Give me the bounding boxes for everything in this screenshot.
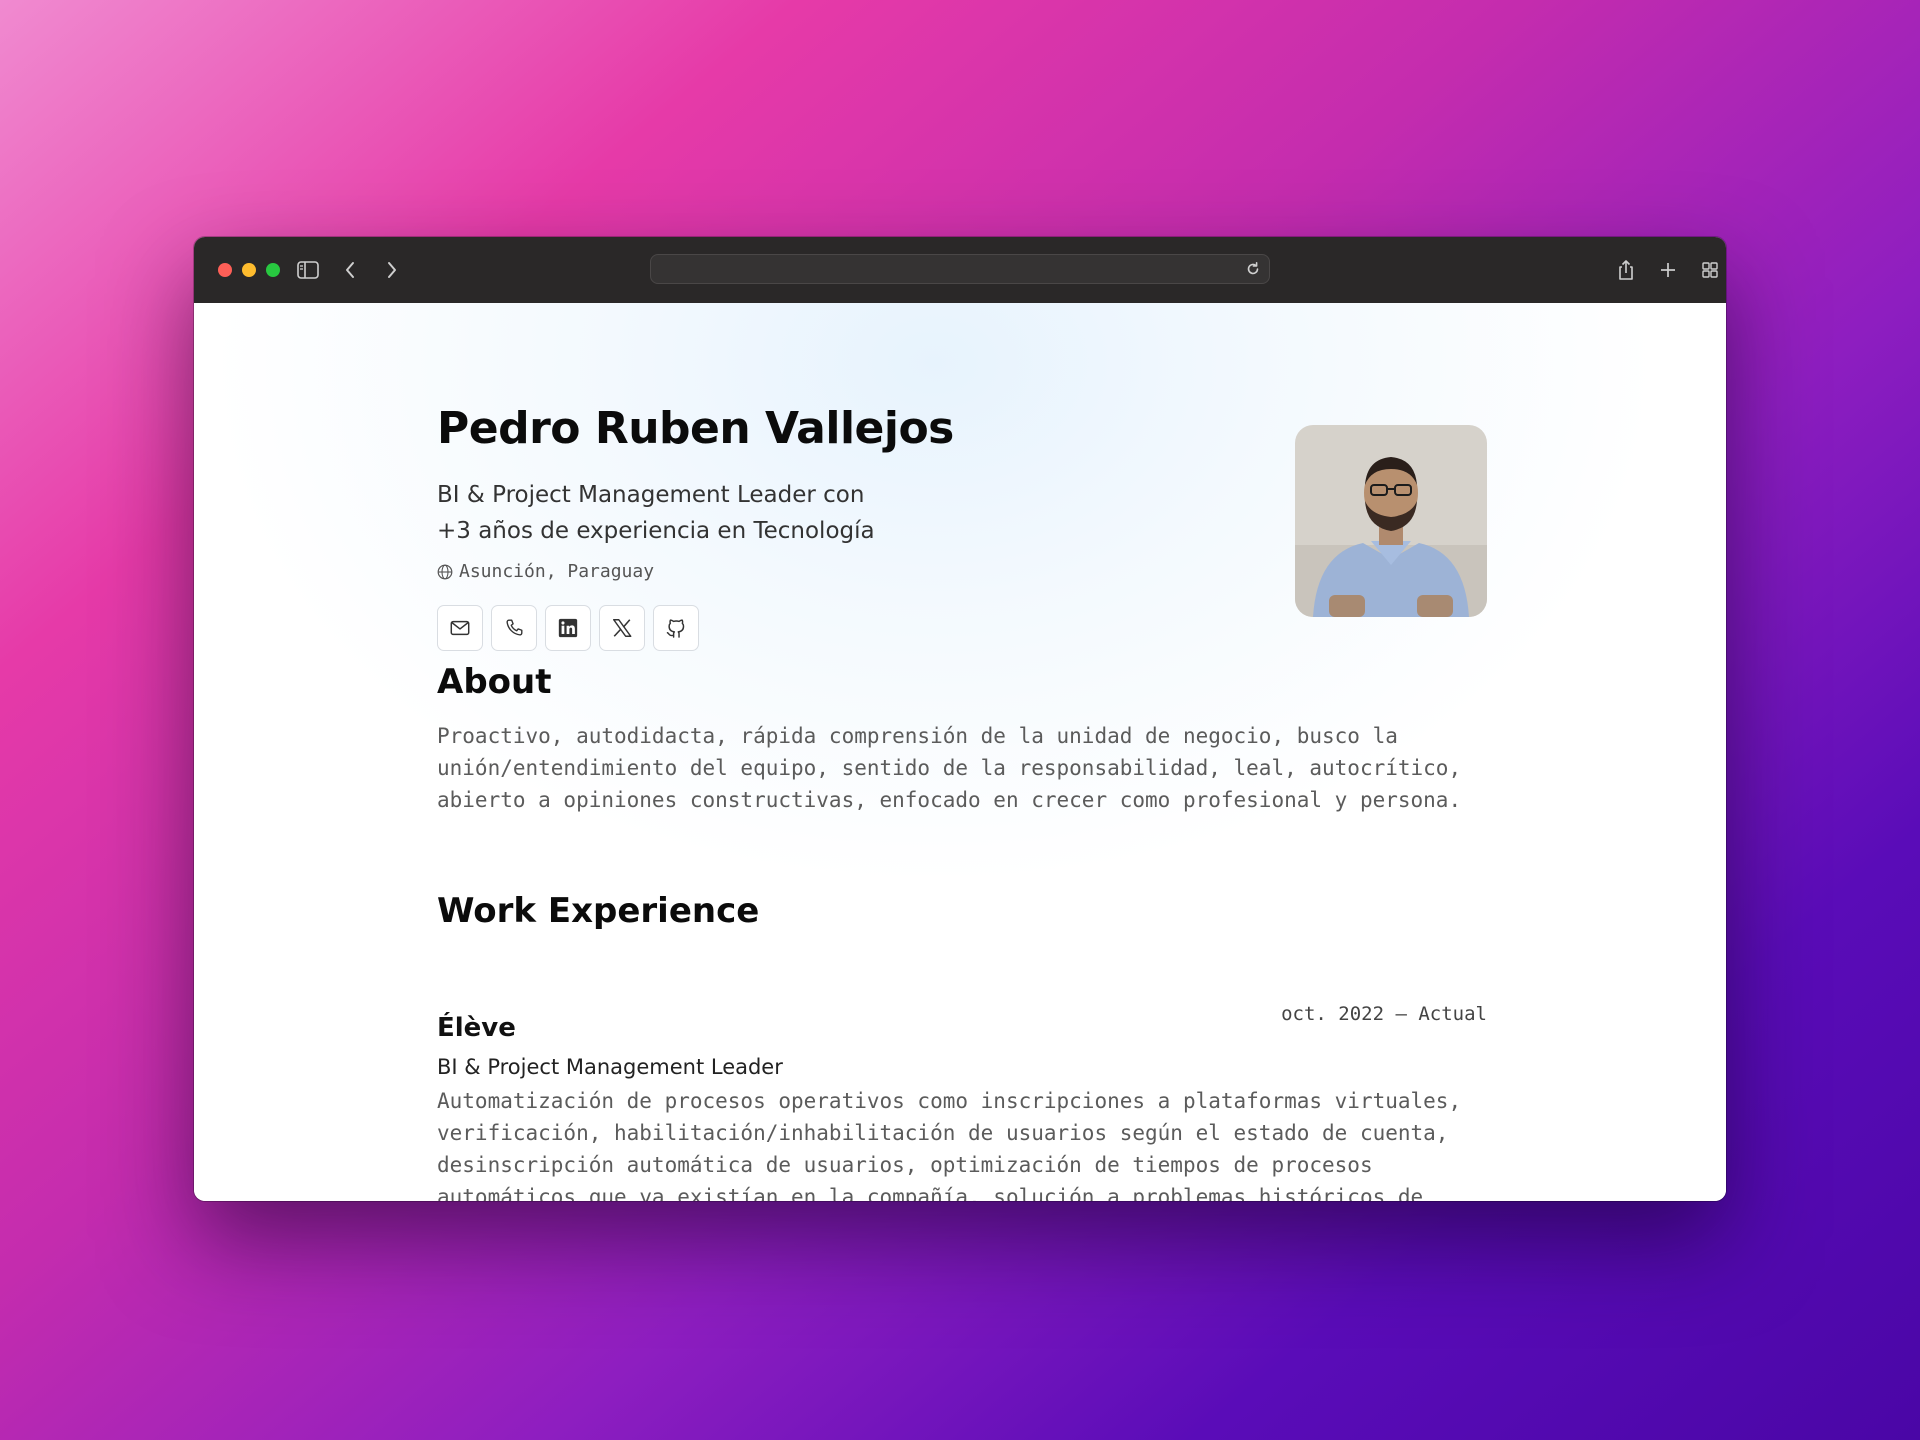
browser-window: Pedro Ruben Vallejos BI & Project Manage… <box>194 237 1726 1201</box>
email-button[interactable] <box>437 605 483 651</box>
page-content: Pedro Ruben Vallejos BI & Project Manage… <box>194 303 1726 1201</box>
close-window-button[interactable] <box>218 263 232 277</box>
new-tab-icon[interactable] <box>1654 256 1682 284</box>
globe-icon <box>437 564 453 579</box>
zoom-window-button[interactable] <box>266 263 280 277</box>
sidebar-toggle-icon[interactable] <box>294 256 322 284</box>
reload-icon[interactable] <box>1245 261 1261 277</box>
tab-overview-icon[interactable] <box>1696 256 1724 284</box>
minimize-window-button[interactable] <box>242 263 256 277</box>
work-period: oct. 2022 – Actual <box>1281 1003 1487 1025</box>
work-experience-heading: Work Experience <box>437 891 760 931</box>
about-heading: About <box>437 662 552 702</box>
location-text: Asunción, Paraguay <box>459 561 655 582</box>
browser-toolbar <box>194 237 1726 304</box>
linkedin-button[interactable] <box>545 605 591 651</box>
x-icon <box>613 619 632 637</box>
linkedin-icon <box>558 618 578 638</box>
mail-icon <box>450 620 470 636</box>
forward-icon[interactable] <box>378 256 406 284</box>
location: Asunción, Paraguay <box>437 561 654 582</box>
social-links <box>437 605 699 651</box>
about-text: Proactivo, autodidacta, rápida comprensi… <box>437 724 1462 812</box>
github-icon <box>666 619 685 638</box>
phone-button[interactable] <box>491 605 537 651</box>
avatar <box>1295 425 1487 617</box>
job-role: BI & Project Management Leader <box>437 1055 783 1079</box>
share-icon[interactable] <box>1612 256 1640 284</box>
phone-icon <box>506 619 523 636</box>
profile-name: Pedro Ruben Vallejos <box>437 403 954 454</box>
github-button[interactable] <box>653 605 699 651</box>
job-description: Automatización de procesos operativos co… <box>437 1089 1462 1201</box>
x-button[interactable] <box>599 605 645 651</box>
company-name: Élève <box>437 1013 516 1043</box>
profile-subtitle: BI & Project Management Leader con +3 añ… <box>437 482 875 544</box>
back-icon[interactable] <box>336 256 364 284</box>
address-bar[interactable] <box>650 254 1270 284</box>
